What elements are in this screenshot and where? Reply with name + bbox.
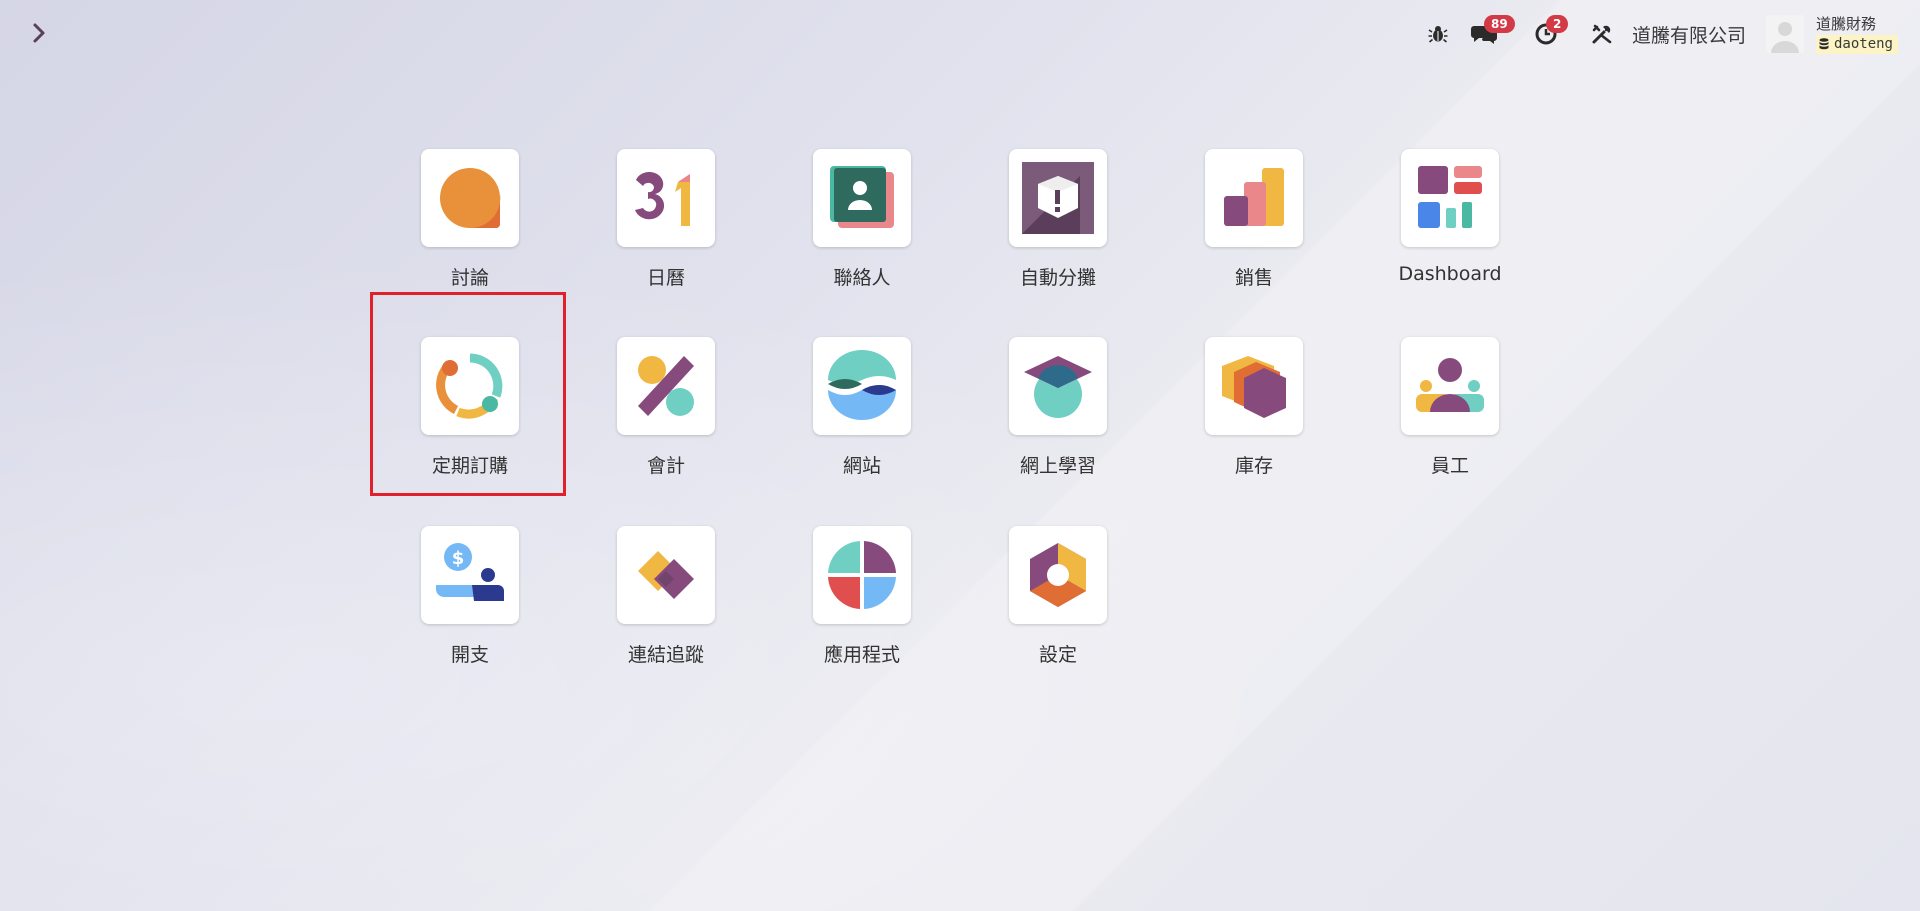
app-label: 自動分攤 <box>1019 267 1096 289</box>
calendar-icon <box>635 172 690 226</box>
app-calendar[interactable]: 日曆 <box>586 149 746 319</box>
app-label: 庫存 <box>1234 455 1273 477</box>
app-label: 員工 <box>1430 455 1469 477</box>
contacts-icon <box>830 166 894 228</box>
app-tile <box>617 337 715 435</box>
app-elearning[interactable]: 網上學習 <box>978 337 1138 507</box>
app-label: 應用程式 <box>823 644 900 666</box>
messaging-button[interactable]: 89 <box>1468 15 1515 50</box>
app-tile <box>1009 149 1107 247</box>
sales-chart-icon <box>1224 168 1284 226</box>
app-label: 連結追蹤 <box>627 644 704 666</box>
user-silhouette-icon <box>1765 15 1804 53</box>
app-label: 網上學習 <box>1019 455 1096 477</box>
link-tracker-icon <box>638 551 694 599</box>
app-tile <box>421 149 519 247</box>
svg-text:$: $ <box>452 548 465 569</box>
automation-box-icon <box>1022 162 1094 234</box>
chevron-right-icon <box>33 23 45 43</box>
app-label: 聯絡人 <box>833 267 891 289</box>
apps-icon <box>828 541 896 609</box>
debug-button[interactable] <box>1422 18 1454 50</box>
systray: 89 2 道騰有限公司 道騰財務 daoteng <box>1422 12 1898 56</box>
app-label: 會計 <box>646 455 685 477</box>
bug-icon <box>1428 26 1448 43</box>
app-contacts[interactable]: 聯絡人 <box>782 149 942 319</box>
app-tile <box>1009 526 1107 624</box>
app-dashboard[interactable]: Dashboard <box>1370 149 1530 319</box>
messaging-count-badge: 89 <box>1483 15 1515 33</box>
app-label: 設定 <box>1038 644 1077 666</box>
highlight-box <box>370 292 566 496</box>
activity-count-badge: 2 <box>1545 15 1569 33</box>
user-menu[interactable]: 道騰財務 daoteng <box>1815 14 1898 54</box>
app-tile: $ <box>421 526 519 624</box>
dashboard-icon <box>1418 166 1482 228</box>
company-switcher[interactable]: 道騰有限公司 <box>1632 21 1746 48</box>
app-automation[interactable]: 自動分攤 <box>978 149 1138 319</box>
app-tile <box>813 149 911 247</box>
app-tile <box>1205 337 1303 435</box>
app-apps[interactable]: 應用程式 <box>782 526 942 696</box>
elearning-cap-icon <box>1024 356 1092 418</box>
app-tile <box>813 337 911 435</box>
discuss-icon <box>440 168 501 229</box>
app-label: Dashboard <box>1398 263 1502 285</box>
user-name: 道騰財務 <box>1815 14 1876 33</box>
expenses-icon: $ <box>436 543 504 601</box>
app-label: 銷售 <box>1234 267 1273 289</box>
activity-button[interactable]: 2 <box>1530 15 1569 50</box>
user-avatar[interactable] <box>1765 15 1804 53</box>
employees-icon <box>1416 358 1484 412</box>
app-settings[interactable]: 設定 <box>978 526 1138 696</box>
background <box>0 0 1920 911</box>
app-link-tracker[interactable]: 連結追蹤 <box>586 526 746 696</box>
website-icon <box>828 350 896 420</box>
app-website[interactable]: 網站 <box>782 337 942 507</box>
app-accounting[interactable]: 會計 <box>586 337 746 507</box>
app-tile <box>813 526 911 624</box>
app-label: 網站 <box>842 455 881 477</box>
app-expenses[interactable]: $ 開支 <box>390 526 550 696</box>
app-tile <box>1401 337 1499 435</box>
developer-tools-button[interactable] <box>1586 18 1618 50</box>
app-sales[interactable]: 銷售 <box>1174 149 1334 319</box>
database-icon <box>1819 37 1829 49</box>
app-label: 日曆 <box>646 267 685 289</box>
inventory-box-icon <box>1222 356 1286 418</box>
app-employees[interactable]: 員工 <box>1370 337 1530 507</box>
database-name: daoteng <box>1833 35 1893 52</box>
app-tile <box>1205 149 1303 247</box>
accounting-percent-icon <box>638 356 694 416</box>
app-tile <box>1401 149 1499 247</box>
app-tile <box>1009 337 1107 435</box>
app-label: 討論 <box>450 267 489 289</box>
app-label: 開支 <box>450 644 489 666</box>
database-tag: daoteng <box>1815 34 1898 54</box>
tools-icon <box>1592 24 1612 44</box>
app-inventory[interactable]: 庫存 <box>1174 337 1334 507</box>
app-tile <box>617 526 715 624</box>
menu-toggle-button[interactable] <box>26 20 52 46</box>
settings-icon <box>1030 543 1086 607</box>
app-tile <box>617 149 715 247</box>
